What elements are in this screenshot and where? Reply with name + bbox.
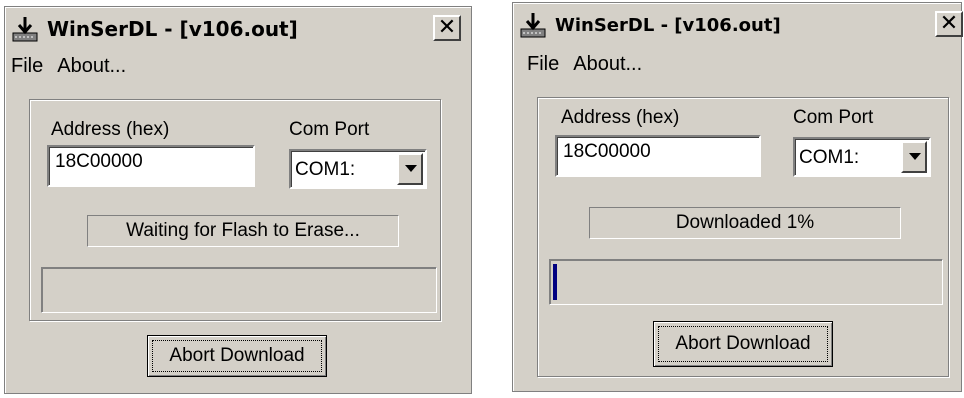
com-port-label: Com Port — [793, 107, 874, 128]
com-port-value: COM1: — [295, 159, 356, 180]
close-icon[interactable]: ✕ — [935, 11, 963, 37]
menu-file[interactable]: File — [11, 55, 43, 78]
status-text: Downloaded 1% — [589, 207, 901, 239]
menu-file[interactable]: File — [527, 53, 559, 76]
menu-about[interactable]: About... — [57, 55, 126, 78]
com-port-select[interactable]: COM1: — [793, 137, 931, 177]
chevron-down-icon[interactable] — [397, 153, 423, 185]
abort-download-button[interactable]: Abort Download — [653, 321, 833, 367]
download-arrow-icon — [11, 15, 39, 43]
window-title: WinSerDL - [v106.out] — [555, 14, 781, 36]
title-bar[interactable]: WinSerDL - [v106.out] ✕ — [517, 7, 963, 43]
menu-bar: File About... — [527, 53, 642, 76]
window-title: WinSerDL - [v106.out] — [47, 17, 298, 41]
chevron-down-icon[interactable] — [901, 141, 927, 173]
com-port-value: COM1: — [799, 147, 860, 168]
address-input[interactable]: 18C00000 — [47, 145, 255, 187]
winserdl-window-1: WinSerDL - [v106.out] ✕ File About... Ad… — [4, 6, 472, 394]
progress-bar — [549, 259, 943, 305]
com-port-label: Com Port — [289, 119, 370, 140]
status-text: Waiting for Flash to Erase... — [87, 215, 399, 247]
close-icon[interactable]: ✕ — [433, 15, 461, 41]
progress-fill — [553, 264, 557, 300]
title-bar[interactable]: WinSerDL - [v106.out] ✕ — [9, 11, 467, 47]
com-port-select[interactable]: COM1: — [289, 149, 427, 189]
abort-download-label: Abort Download — [658, 326, 828, 362]
abort-download-button[interactable]: Abort Download — [147, 335, 327, 377]
address-label: Address (hex) — [51, 119, 170, 140]
menu-bar: File About... — [11, 55, 126, 78]
address-label: Address (hex) — [561, 107, 680, 128]
progress-bar — [41, 267, 437, 313]
address-input[interactable]: 18C00000 — [555, 135, 761, 177]
menu-about[interactable]: About... — [573, 53, 642, 76]
abort-download-label: Abort Download — [152, 340, 322, 372]
winserdl-window-2: WinSerDL - [v106.out] ✕ File About... Ad… — [512, 2, 963, 392]
download-arrow-icon — [519, 11, 547, 39]
